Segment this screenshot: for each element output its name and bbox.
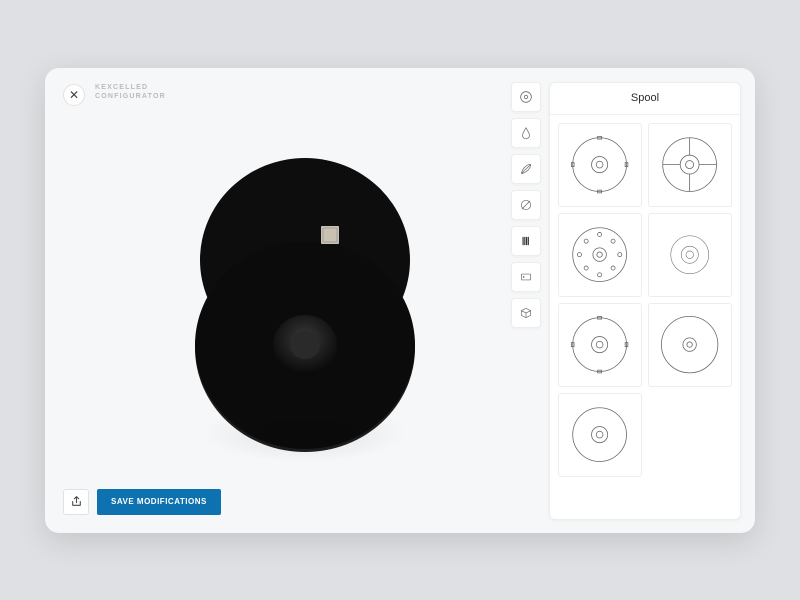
category-spool[interactable] <box>511 82 541 112</box>
close-button[interactable]: ✕ <box>63 84 85 106</box>
close-icon: ✕ <box>69 88 79 102</box>
spool-option[interactable] <box>558 213 642 297</box>
share-icon <box>70 495 83 508</box>
lines-icon <box>519 234 533 248</box>
spool-option[interactable] <box>648 123 732 207</box>
category-package[interactable] <box>511 298 541 328</box>
category-color[interactable] <box>511 118 541 148</box>
spool-option[interactable] <box>648 303 732 387</box>
feather-icon <box>519 162 533 176</box>
category-texture[interactable] <box>511 226 541 256</box>
category-column <box>511 82 541 520</box>
spool-option[interactable] <box>558 303 642 387</box>
spool-icon <box>518 89 534 105</box>
app-window: ✕ KEXCELLED CONFIGURATOR <box>45 68 755 533</box>
app-title: KEXCELLED CONFIGURATOR <box>95 83 166 103</box>
drop-icon <box>519 126 533 140</box>
box-icon <box>519 306 533 320</box>
options-grid <box>550 115 740 519</box>
tag-icon <box>519 270 533 284</box>
options-panel: Spool <box>549 82 741 520</box>
category-diameter[interactable] <box>511 190 541 220</box>
spool-option[interactable] <box>558 123 642 207</box>
save-button[interactable]: SAVE MODIFICATIONS <box>97 489 221 515</box>
config-sidebar: Spool <box>511 82 741 520</box>
footer: SAVE MODIFICATIONS <box>63 489 221 515</box>
spool-option[interactable] <box>648 213 732 297</box>
app-title-line2: CONFIGURATOR <box>95 92 166 102</box>
category-material[interactable] <box>511 154 541 184</box>
product-viewer[interactable] <box>145 138 465 458</box>
ground-shadow <box>185 398 425 468</box>
panel-title: Spool <box>550 83 740 115</box>
category-label[interactable] <box>511 262 541 292</box>
slash-circle-icon <box>519 198 533 212</box>
app-title-line1: KEXCELLED <box>95 83 166 93</box>
share-button[interactable] <box>63 489 89 515</box>
spool-option[interactable] <box>558 393 642 477</box>
